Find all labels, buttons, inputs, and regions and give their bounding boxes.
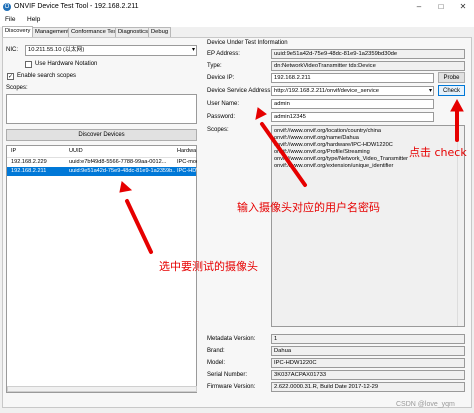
annotation-enter-credentials: 输入摄像头对应的用户名密码 xyxy=(237,201,380,214)
annotation-select-camera: 选中要测试的摄像头 xyxy=(159,260,258,273)
arrow-head xyxy=(255,107,267,120)
annotation-click-check: 点击 check xyxy=(409,146,467,159)
watermark: CSDN @love_yqm xyxy=(396,401,455,408)
